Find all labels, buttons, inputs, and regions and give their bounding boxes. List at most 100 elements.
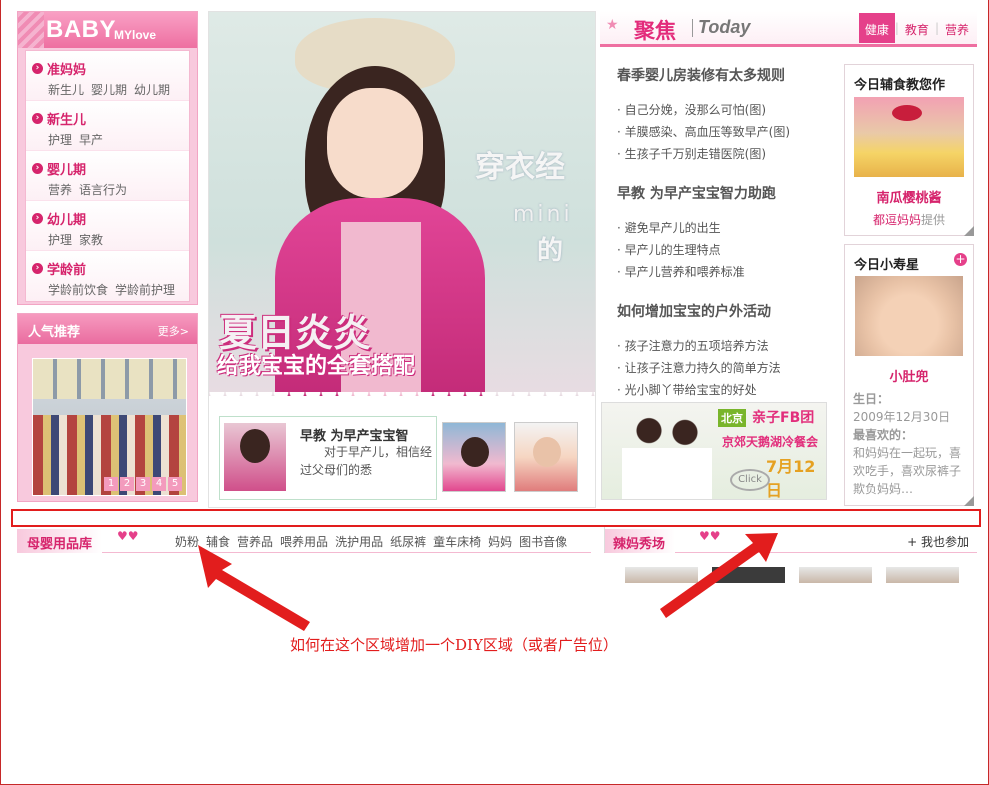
caption-title[interactable]: 早教 为早产宝宝智 [300,425,409,444]
hearts-icon: ♥♥ [117,529,139,543]
food-image[interactable] [854,97,964,177]
food-name[interactable]: 南瓜樱桃酱 [845,187,973,206]
mall-link[interactable]: 妈妈 [488,533,512,550]
mall-link[interactable]: 奶粉 [175,533,199,550]
popular-image[interactable]: 1 2 3 4 5 [32,358,187,496]
hero-deco-text: mini [513,202,573,227]
ad-city: 北京 [718,409,746,427]
nav-item-title[interactable]: 学龄前 [47,259,86,278]
article-list: 春季婴儿房装修有太多规则 · 自己分娩，没那么可怕(图) · 羊膜感染、高血压等… [617,65,837,419]
nav-sub-link[interactable]: 语言行为 [79,183,127,197]
tab-education[interactable]: 教育 [899,13,935,43]
show-header: 辣妈秀场 ♥♥ + 我也参加 [604,527,977,553]
article-link[interactable]: · 自己分娩，没那么可怕(图) [617,99,837,121]
pager-button[interactable]: 3 [136,477,150,491]
article-link[interactable]: · 光小脚丫带给宝宝的好处 [617,379,837,401]
pager: 1 2 3 4 5 [104,477,182,491]
ad-group-name: 亲子FB团 [752,410,815,426]
mall-link[interactable]: 纸尿裤 [390,533,426,550]
pager-button[interactable]: 5 [168,477,182,491]
show-title: 辣妈秀场 [605,529,676,553]
mall-link[interactable]: 洗护用品 [335,533,383,550]
popular-header: 人气推荐 更多> [18,314,197,344]
provider-link[interactable]: 都逗妈妈 [873,213,921,227]
mall-link[interactable]: 童车床椅 [433,533,481,550]
birthday-card: 今日小寿星 + 小肚兜 生日： 2009年12月30日 最喜欢的： 和妈妈在一起… [844,244,974,506]
mall-link[interactable]: 营养品 [237,533,273,550]
nav-item-preschool[interactable]: › 学龄前 学龄前饮食 学龄前护理 [26,251,189,301]
hero-caption-card[interactable]: 早教 为早产宝宝智 对于早产儿，相信经过父母们的悉 [219,416,437,500]
article-link[interactable]: · 早产儿的生理特点 [617,239,837,261]
nav-item-title[interactable]: 幼儿期 [47,209,86,228]
nav-sub-link[interactable]: 家教 [79,233,103,247]
slide-thumbnail[interactable] [514,422,578,492]
nav-item-pregnancy[interactable]: › 准妈妈 新生儿 婴儿期 幼儿期 [26,51,189,101]
show-thumbnail[interactable] [799,567,872,583]
article-link[interactable]: · 羊膜感染、高血压等致早产(图) [617,121,837,143]
nav-item-toddler[interactable]: › 幼儿期 护理 家教 [26,201,189,251]
hero-banner[interactable]: 穿衣经 mini 的 夏日炎炎 给我宝宝的全套搭配 [209,12,595,396]
left-column: BABY MYlove › 准妈妈 新生儿 婴儿期 幼儿期 › 新生儿 护理 早产 › 婴儿… [17,11,198,502]
show-thumbnail[interactable] [712,567,785,583]
birthday-value: 2009年12月30日 [853,410,951,424]
more-link[interactable]: 更多> [158,323,189,339]
nav-sub-link[interactable]: 学龄前饮食 [48,283,108,297]
classroom-wall [33,359,186,399]
nav-sub-link[interactable]: 营养 [48,183,72,197]
nav-sub-link[interactable]: 护理 [48,233,72,247]
baby-name[interactable]: 小肚兜 [845,366,973,385]
corner-fold [964,226,974,236]
article-link[interactable]: · 孩子注意力的五项培养方法 [617,335,837,357]
nav-sub-link[interactable]: 婴儿期 [91,83,127,97]
girl-face [327,88,423,198]
article-link[interactable]: · 生孩子千万别走错医院(图) [617,143,837,165]
article-link[interactable]: · 早产儿营养和喂养标准 [617,261,837,283]
nav-sub-link[interactable]: 早产 [79,133,103,147]
baby-info: 生日： 2009年12月30日 最喜欢的： 和妈妈在一起玩，喜欢吃手，喜欢尿裤子… [853,390,971,498]
nav-item-newborn[interactable]: › 新生儿 护理 早产 [26,101,189,151]
tab-nutrition[interactable]: 营养 [939,13,975,43]
popular-box: 人气推荐 更多> 1 2 3 4 5 [17,313,198,502]
pager-button[interactable]: 4 [152,477,166,491]
mall-link[interactable]: 喂养用品 [280,533,328,550]
nav-sub-link[interactable]: 幼儿期 [134,83,170,97]
pager-button[interactable]: 1 [104,477,118,491]
click-button[interactable]: Click [730,469,770,491]
nav-sub-link[interactable]: 新生儿 [48,83,84,97]
category-nav: BABY MYlove › 准妈妈 新生儿 婴儿期 幼儿期 › 新生儿 护理 早产 › 婴儿… [17,11,198,305]
mall-link[interactable]: 图书音像 [519,533,567,550]
hero-deco-text: 穿衣经 [475,150,565,185]
show-thumbnail[interactable] [625,567,698,583]
nav-item-infant[interactable]: › 婴儿期 营养 语言行为 [26,151,189,201]
mall-link[interactable]: 辅食 [206,533,230,550]
hero-deco-text: 的 [537,236,564,266]
tab-health[interactable]: 健康 [858,13,895,43]
article-headline[interactable]: 早教 为早产宝宝智力助跑 [617,183,837,203]
nav-sub-link[interactable]: 学龄前护理 [115,283,175,297]
nav-sub-link[interactable]: 护理 [48,133,72,147]
nav-item-title[interactable]: 准妈妈 [47,59,86,78]
nav-item-title[interactable]: 婴儿期 [47,159,86,178]
arrow-right-icon: › [32,213,43,224]
nav-item-title[interactable]: 新生儿 [47,109,86,128]
likes-label: 最喜欢的： [853,428,914,442]
hearts-icon: ♥♥ [699,529,721,543]
focus-column: ★ 聚焦 Today 健康 | 教育 | 营养 春季婴儿房装修有太多规则 · 自… [600,11,977,508]
article-link[interactable]: · 避免早产儿的出生 [617,217,837,239]
plus-icon[interactable]: + [954,253,967,266]
ad-banner[interactable]: 北京 亲子FB团 京郊天鹅湖冷餐会 7月12日 Click [601,402,827,500]
mall-links: 奶粉 辅食 营养品 喂养用品 洗护用品 纸尿裤 童车床椅 妈妈 图书音像 [175,533,567,550]
article-headline[interactable]: 春季婴儿房装修有太多规则 [617,65,837,85]
focus-tabs: 健康 | 教育 | 营养 [858,13,975,43]
join-link[interactable]: + 我也参加 [907,533,969,550]
article-group: 早教 为早产宝宝智力助跑 · 避免早产儿的出生 · 早产儿的生理特点 · 早产儿… [617,183,837,283]
article-headline[interactable]: 如何增加宝宝的户外活动 [617,301,837,321]
slide-thumbnail[interactable] [442,422,506,492]
arrow-right-icon: › [32,63,43,74]
annotation-caption: 如何在这个区域增加一个DIY区域（或者广告位） [290,636,618,654]
show-thumbnail[interactable] [886,567,959,583]
pager-button[interactable]: 2 [120,477,134,491]
baby-photo[interactable] [855,276,963,356]
title-divider [692,19,693,37]
article-link[interactable]: · 让孩子注意力持久的简单方法 [617,357,837,379]
